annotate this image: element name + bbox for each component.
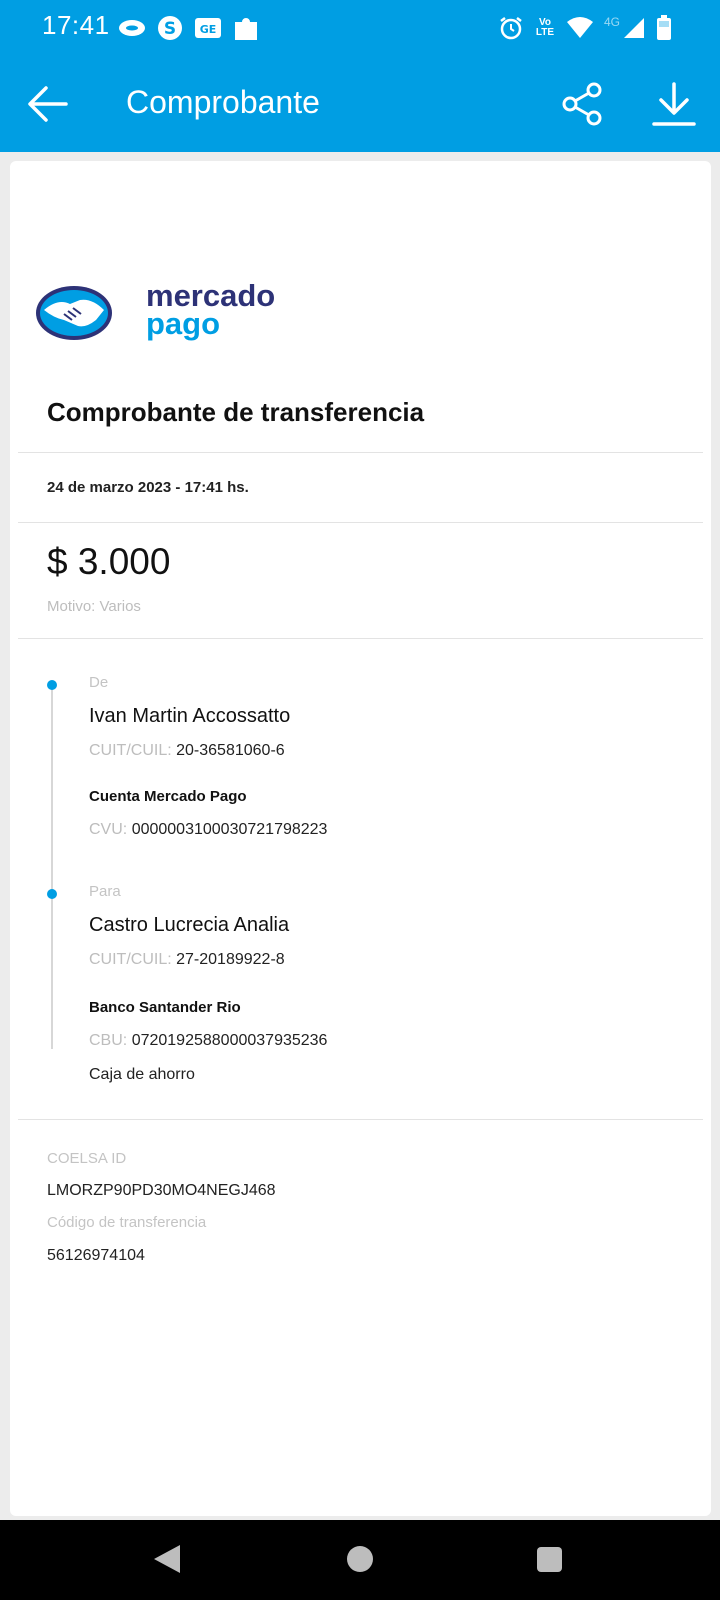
logo-wordmark: mercado pago: [146, 280, 275, 341]
signal-icon: [624, 18, 644, 38]
battery-icon: [657, 15, 671, 40]
sender-cvu-value: 0000003100030721798223: [131, 821, 328, 838]
from-label: De: [89, 674, 109, 691]
divider: [18, 1119, 703, 1120]
recipient-name: Castro Lucrecia Analia: [89, 914, 290, 936]
status-time: 17:41: [42, 10, 110, 40]
share-button[interactable]: [560, 80, 608, 128]
status-system-icons: Vo LTE 4G: [498, 12, 672, 44]
wifi-icon: [566, 17, 593, 38]
alarm-icon: [500, 17, 522, 40]
transfer-reason: Motivo: Varios: [47, 598, 141, 615]
recipient-cbu-value: 0720192588000037935236: [131, 1032, 328, 1049]
sender-cuit: CUIT/CUIL: 20-36581060-6: [89, 742, 285, 760]
sender-cvu-label: CVU:: [89, 821, 128, 838]
logo-word-pago: pago: [146, 306, 221, 341]
page-title: Comprobante: [126, 84, 320, 120]
recipient-cuit: CUIT/CUIL: 27-20189922-8: [89, 951, 285, 969]
timeline-dot-from: [47, 680, 57, 690]
timeline-dot-to: [47, 889, 57, 899]
system-nav-bar: [0, 1520, 720, 1600]
transfer-date: 24 de marzo 2023 - 17:41 hs.: [47, 479, 249, 496]
sender-cuit-value: 20-36581060-6: [176, 742, 285, 759]
arrow-left-icon: [28, 86, 68, 122]
sender-cuit-label: CUIT/CUIL:: [89, 742, 172, 759]
sender-name: Ivan Martin Accossatto: [89, 705, 291, 727]
nav-recents-button[interactable]: [537, 1547, 562, 1572]
divider: [18, 522, 703, 523]
receipt-card: mercado pago Comprobante de transferenci…: [10, 161, 711, 1516]
recipient-cbu-label: CBU:: [89, 1032, 128, 1049]
status-bar: 17:41 S GE Vo LTE 4G: [0, 0, 720, 56]
mercado-pago-logo: mercado pago: [34, 280, 275, 348]
timeline-line: [51, 685, 53, 1049]
ge-app-icon: GE: [195, 18, 221, 38]
chat-bubble-icon: [119, 20, 145, 36]
divider: [18, 638, 703, 639]
svg-text:GE: GE: [200, 23, 217, 36]
transfer-code-value: 56126974104: [47, 1247, 145, 1264]
recipient-cbu: CBU: 0720192588000037935236: [89, 1032, 327, 1050]
recipient-cuit-label: CUIT/CUIL:: [89, 951, 172, 968]
receipt-title: Comprobante de transferencia: [47, 397, 425, 427]
to-label: Para: [89, 883, 121, 900]
back-button[interactable]: [24, 80, 72, 128]
coelsa-id-value: LMORZP90PD30MO4NEGJ468: [47, 1182, 276, 1199]
transfer-amount: $ 3.000: [47, 541, 171, 582]
network-type-label: 4G: [603, 15, 620, 29]
app-bar: Comprobante: [0, 56, 720, 152]
svg-text:S: S: [164, 19, 176, 39]
recipient-bank-name: Banco Santander Rio: [89, 999, 241, 1016]
sender-account-name: Cuenta Mercado Pago: [89, 788, 247, 805]
sender-cvu: CVU: 0000003100030721798223: [89, 821, 327, 839]
recipient-account-type: Caja de ahorro: [89, 1066, 195, 1083]
puzzle-icon: [235, 18, 257, 40]
status-notification-icons: S GE: [118, 12, 260, 44]
download-button[interactable]: [650, 80, 698, 128]
nav-back-button[interactable]: [152, 1543, 182, 1575]
s-coin-icon: S: [158, 16, 182, 40]
transfer-code-label: Código de transferencia: [47, 1214, 207, 1231]
handshake-logo-icon: [36, 286, 112, 340]
recipient-cuit-value: 27-20189922-8: [176, 951, 285, 968]
volte-icon: Vo LTE: [535, 17, 555, 38]
coelsa-id-label: COELSA ID: [47, 1150, 127, 1167]
nav-home-button[interactable]: [347, 1546, 373, 1572]
download-icon: [652, 82, 696, 126]
share-icon: [562, 82, 602, 126]
divider: [18, 452, 703, 453]
